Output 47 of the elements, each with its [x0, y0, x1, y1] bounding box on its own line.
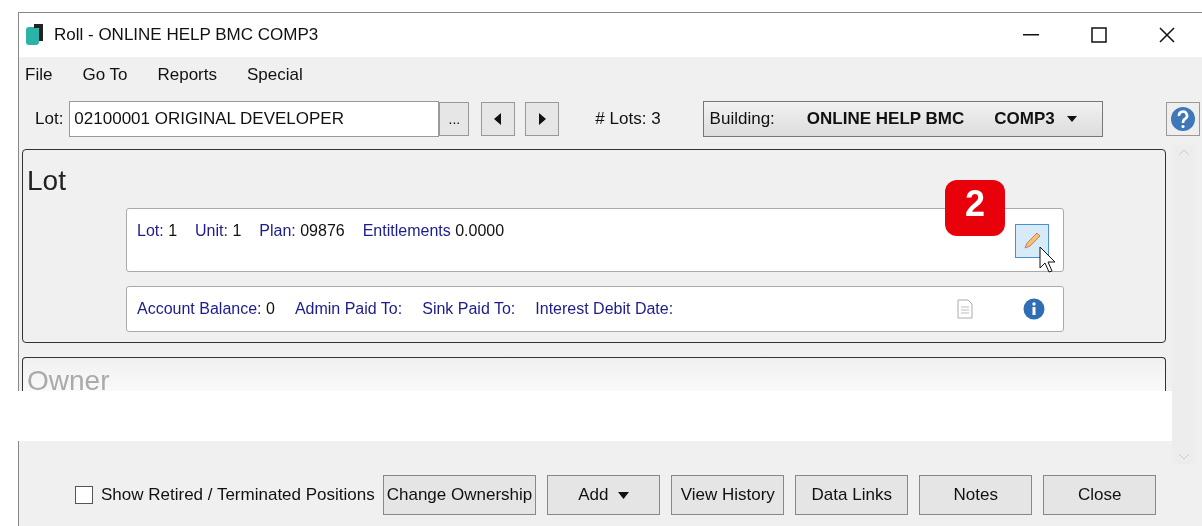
field-text: Account Balance: 0 [137, 299, 275, 319]
field-text: Admin Paid To: [294, 299, 403, 319]
app-icon [24, 23, 46, 47]
next-button[interactable] [525, 102, 560, 136]
lot-field[interactable]: 02100001 ORIGINAL DEVELOPER [69, 101, 440, 137]
browse-button[interactable]: ... [439, 102, 470, 136]
caret-icon [618, 491, 630, 499]
edit-button[interactable] [1015, 224, 1049, 258]
info-icon [1023, 298, 1045, 320]
footer-button[interactable]: Change Ownership [382, 475, 537, 515]
scroll-up-icon [1179, 149, 1189, 155]
left-arrow-icon [494, 113, 503, 125]
footer-button[interactable]: View History [671, 475, 785, 515]
step-badge: 2 [945, 180, 1005, 236]
checkbox[interactable] [75, 486, 93, 504]
footer-button[interactable]: Notes [919, 475, 1033, 515]
caret-icon [1066, 116, 1077, 122]
footer-button[interactable]: Close [1043, 475, 1157, 515]
document-icon [957, 299, 973, 319]
lot-label: Lot: [35, 108, 64, 131]
field-text: Sink Paid To: [422, 299, 516, 319]
help-button[interactable] [1166, 102, 1200, 136]
lots-count: # Lots: 3 [595, 108, 661, 131]
checkbox-label: Show Retired / Terminated Positions [101, 484, 375, 507]
footer-button[interactable]: Add [547, 475, 661, 515]
right-arrow-icon [538, 113, 547, 125]
menu-item[interactable]: Go To [82, 62, 128, 88]
panel-title: Lot [26, 164, 67, 198]
previous-button[interactable] [481, 102, 516, 136]
scroll-down-icon [1179, 454, 1189, 460]
field-text: Entitlements 0.0000 [362, 221, 505, 241]
field-text: Lot: 1 [137, 221, 178, 241]
field-text: Interest Debit Date: [535, 299, 674, 319]
menu-item[interactable]: Reports [157, 62, 217, 88]
field-text: Plan: 09876 [259, 221, 345, 241]
window-title: Roll - ONLINE HELP BMC COMP3 [54, 24, 319, 47]
footer-button[interactable]: Data Links [795, 475, 909, 515]
field-text: Unit: 1 [195, 221, 242, 241]
building-dropdown[interactable]: Building: ONLINE HELP BMC COMP3 [702, 101, 1103, 137]
panel-title: Owner [26, 364, 111, 390]
maximize-icon [1091, 27, 1107, 43]
menu-item[interactable]: Special [247, 62, 303, 88]
pencil-icon [1022, 231, 1042, 251]
menu-item[interactable]: File [25, 62, 53, 88]
minimize-icon [1023, 34, 1039, 36]
close-icon [1159, 27, 1175, 43]
help-icon [1170, 106, 1196, 132]
